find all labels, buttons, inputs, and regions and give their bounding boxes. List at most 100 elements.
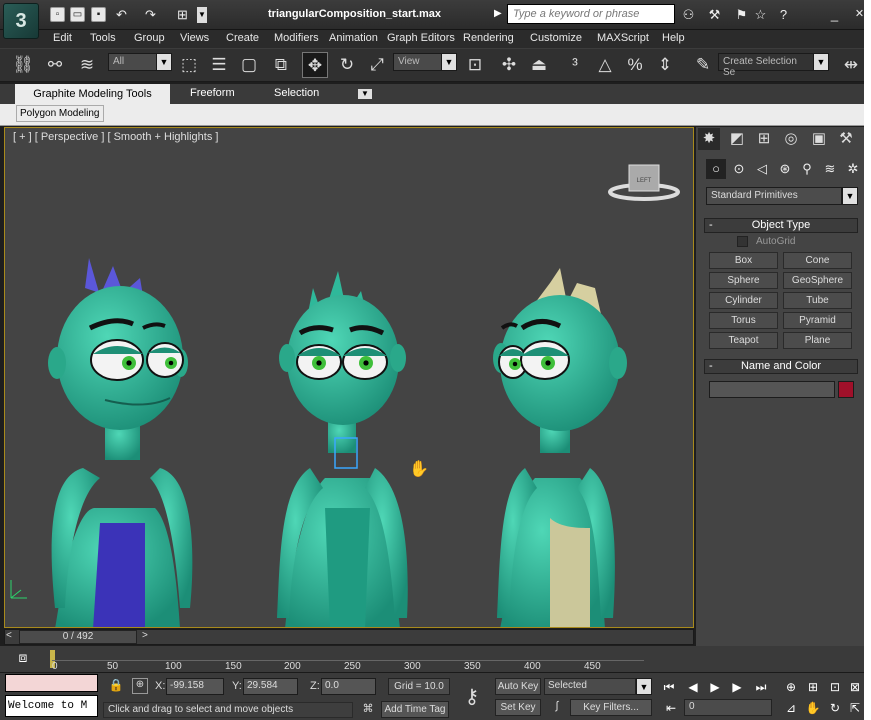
maximize-viewport-icon[interactable]: ⇱: [846, 699, 864, 717]
perspective-viewport[interactable]: [ + ] [ Perspective ] [ Smooth + Highlig…: [4, 127, 694, 628]
modify-panel-icon[interactable]: ◩: [726, 128, 748, 150]
teapot-button[interactable]: Teapot: [709, 332, 778, 349]
plane-button[interactable]: Plane: [783, 332, 852, 349]
mini-curve-editor-icon[interactable]: ⧈: [12, 649, 34, 667]
key-mode-toggle-icon[interactable]: ⇤: [662, 699, 680, 717]
zoom-extents-all-icon[interactable]: ⊠: [846, 678, 864, 696]
bind-to-space-warp-icon[interactable]: ≋: [74, 52, 100, 78]
tab-selection[interactable]: Selection: [274, 87, 319, 99]
snaps-toggle-icon[interactable]: ³: [562, 52, 588, 78]
reference-coordinate-arrow-icon[interactable]: ▼: [441, 53, 457, 71]
set-key-button[interactable]: Set Key: [495, 699, 541, 716]
select-and-move-icon[interactable]: ✥: [302, 52, 328, 78]
go-to-end-icon[interactable]: ⏭: [752, 678, 770, 696]
object-category-arrow-icon[interactable]: ▼: [842, 187, 858, 205]
default-in-out-tangent-icon[interactable]: ∫: [548, 700, 566, 716]
play-icon[interactable]: ▶: [706, 678, 724, 696]
helpers-icon[interactable]: ⚲: [797, 159, 817, 179]
frame-display[interactable]: 0 / 492: [19, 630, 137, 644]
pan-view-icon[interactable]: ✋: [804, 699, 822, 717]
spinner-snap-icon[interactable]: ⇕: [652, 52, 678, 78]
time-slider-prev-icon[interactable]: <: [6, 630, 12, 641]
tab-graphite-modeling-tools[interactable]: Graphite Modeling Tools: [15, 84, 170, 104]
time-tag-icon[interactable]: ⌘: [360, 702, 376, 718]
character-middle[interactable]: [277, 271, 408, 628]
menu-modifiers[interactable]: Modifiers: [274, 32, 319, 44]
field-of-view-icon[interactable]: ⊿: [782, 699, 800, 717]
hierarchy-panel-icon[interactable]: ⊞: [753, 128, 775, 150]
utilities-panel-icon[interactable]: ⚒: [835, 128, 857, 150]
motion-panel-icon[interactable]: ◎: [780, 128, 802, 150]
maxscript-listener-input[interactable]: Welcome to M: [5, 695, 98, 717]
quick-access-dropdown-icon[interactable]: ▼: [197, 7, 207, 23]
character-left[interactable]: [48, 258, 193, 628]
character-right[interactable]: [493, 268, 627, 628]
key-mode-arrow-icon[interactable]: ▼: [636, 678, 652, 695]
menu-create[interactable]: Create: [226, 32, 259, 44]
polygon-modeling-panel-label[interactable]: Polygon Modeling: [16, 105, 104, 122]
space-warps-icon[interactable]: ≋: [820, 159, 840, 179]
object-name-input[interactable]: [709, 381, 835, 398]
box-button[interactable]: Box: [709, 252, 778, 269]
create-panel-icon[interactable]: ✸: [698, 128, 720, 150]
go-to-start-icon[interactable]: ⏮: [660, 678, 678, 696]
torus-button[interactable]: Torus: [709, 312, 778, 329]
menu-rendering[interactable]: Rendering: [463, 32, 514, 44]
binoculars-icon[interactable]: ⚇: [680, 6, 697, 23]
object-type-rollout-header[interactable]: - Object Type: [704, 218, 858, 233]
absolute-offset-mode-icon[interactable]: ⊕: [132, 678, 148, 694]
minimize-icon[interactable]: _: [826, 6, 843, 23]
name-and-color-rollout-header[interactable]: - Name and Color: [704, 359, 858, 374]
menu-edit[interactable]: Edit: [53, 32, 72, 44]
time-slider-next-icon[interactable]: >: [142, 630, 148, 641]
next-frame-icon[interactable]: ▶: [728, 678, 746, 696]
menu-customize[interactable]: Customize: [530, 32, 582, 44]
maxscript-listener-output[interactable]: [5, 674, 98, 692]
undo-icon[interactable]: ↶: [113, 6, 130, 23]
tube-button[interactable]: Tube: [783, 292, 852, 309]
autogrid-checkbox[interactable]: [737, 236, 748, 247]
select-and-link-icon[interactable]: ⛓: [10, 52, 36, 78]
selection-filter-dropdown[interactable]: All: [108, 53, 158, 71]
select-by-name-icon[interactable]: ☰: [206, 52, 232, 78]
selection-filter-arrow-icon[interactable]: ▼: [156, 53, 172, 71]
auto-key-button[interactable]: Auto Key: [495, 678, 541, 695]
shapes-icon[interactable]: ⊙: [729, 159, 749, 179]
key-filters-button[interactable]: Key Filters...: [570, 699, 652, 716]
communication-center-icon[interactable]: ⚒: [706, 6, 723, 23]
save-file-icon[interactable]: ▪: [91, 7, 106, 22]
new-file-icon[interactable]: ▫: [50, 7, 65, 22]
z-coord-field[interactable]: 0.0: [321, 678, 376, 695]
favorites-icon[interactable]: ☆: [752, 6, 769, 23]
help-icon[interactable]: ?: [775, 6, 792, 23]
lights-icon[interactable]: ◁: [752, 159, 772, 179]
search-input[interactable]: Type a keyword or phrase: [507, 4, 675, 24]
reference-coordinate-dropdown[interactable]: View: [393, 53, 445, 71]
zoom-all-icon[interactable]: ⊞: [804, 678, 822, 696]
selection-lock-icon[interactable]: 🔒: [108, 678, 124, 694]
menu-help[interactable]: Help: [662, 32, 685, 44]
orbit-icon[interactable]: ↻: [826, 699, 844, 717]
select-and-rotate-icon[interactable]: ↻: [334, 52, 360, 78]
keyboard-shortcut-override-icon[interactable]: ⏏: [526, 52, 552, 78]
track-bar[interactable]: [0, 646, 864, 672]
geometry-icon[interactable]: ○: [706, 159, 726, 179]
sphere-button[interactable]: Sphere: [709, 272, 778, 289]
pyramid-button[interactable]: Pyramid: [783, 312, 852, 329]
project-folder-icon[interactable]: ⊞: [174, 6, 191, 23]
search-arrow-icon[interactable]: ▶: [494, 8, 502, 19]
unlink-selection-icon[interactable]: ⚯: [42, 52, 68, 78]
select-and-manipulate-icon[interactable]: ✣: [496, 52, 522, 78]
menu-animation[interactable]: Animation: [329, 32, 378, 44]
display-panel-icon[interactable]: ▣: [808, 128, 830, 150]
select-and-scale-icon[interactable]: ⤢: [364, 52, 390, 78]
cameras-icon[interactable]: ⊛: [775, 159, 795, 179]
x-coord-field[interactable]: -99.158: [166, 678, 224, 695]
cylinder-button[interactable]: Cylinder: [709, 292, 778, 309]
redo-icon[interactable]: ↷: [142, 6, 159, 23]
ribbon-options-icon[interactable]: ▼: [358, 89, 372, 99]
object-category-dropdown[interactable]: Standard Primitives: [706, 187, 842, 205]
menu-graph-editors[interactable]: Graph Editors: [387, 32, 455, 44]
menu-views[interactable]: Views: [180, 32, 209, 44]
open-file-icon[interactable]: ▭: [70, 7, 85, 22]
